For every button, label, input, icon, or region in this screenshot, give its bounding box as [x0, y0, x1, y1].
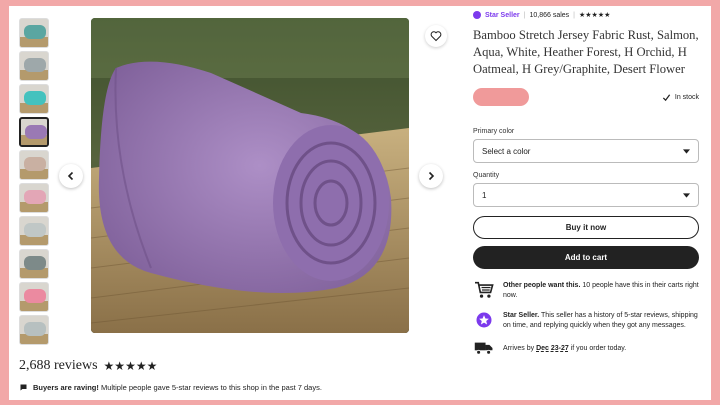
- fabric-roll-illustration: [91, 18, 409, 333]
- thumbnail-fabric: [24, 256, 46, 270]
- thumbnail-2[interactable]: [19, 51, 49, 81]
- product-title: Bamboo Stretch Jersey Fabric Rust, Salmo…: [473, 28, 699, 76]
- buy-it-now-button[interactable]: Buy it now: [473, 216, 699, 239]
- caret-down-icon: [683, 192, 690, 198]
- thumbnail-fabric: [24, 25, 46, 39]
- chevron-right-icon: [428, 171, 435, 181]
- caret-down-icon: [683, 148, 690, 154]
- thumbnail-fabric: [24, 91, 46, 105]
- star-seller-icon: [473, 11, 481, 19]
- thumbnail-8[interactable]: [19, 249, 49, 279]
- thumbnail-5[interactable]: [19, 150, 49, 180]
- primary-color-label: Primary color: [473, 128, 515, 135]
- chevron-left-icon: [67, 171, 74, 181]
- info-carts-bold: Other people want this.: [503, 282, 581, 289]
- main-product-image: [91, 18, 409, 333]
- truck-icon: [474, 342, 493, 355]
- info-star-seller: Star Seller. This seller has a history o…: [473, 311, 699, 331]
- separator: |: [573, 11, 575, 19]
- product-page: 2,688 reviews ★★★★★ Buyers are raving! M…: [9, 6, 711, 400]
- primary-color-select[interactable]: Select a color: [473, 139, 699, 163]
- arrives-prefix: Arrives by: [503, 345, 537, 352]
- raving-bold: Buyers are raving!: [33, 383, 99, 392]
- thumbnail-fabric: [24, 58, 46, 72]
- quantity-value: 1: [482, 190, 487, 200]
- thumbnail-6[interactable]: [19, 183, 49, 213]
- next-image-button[interactable]: [419, 164, 443, 188]
- primary-color-value: Select a color: [482, 146, 531, 156]
- reviews-count: 2,688 reviews: [19, 358, 98, 373]
- buyers-raving-banner: Buyers are raving! Multiple people gave …: [19, 383, 322, 392]
- thumbnail-9[interactable]: [19, 282, 49, 312]
- previous-image-button[interactable]: [59, 164, 83, 188]
- thumbnail-3[interactable]: [19, 84, 49, 114]
- thumbnail-fabric: [24, 190, 46, 204]
- thumbnail-fabric: [24, 223, 46, 237]
- arrives-suffix: if you order today.: [568, 345, 627, 352]
- raving-text: Multiple people gave 5-star reviews to t…: [98, 383, 322, 392]
- thumbnail-7[interactable]: [19, 216, 49, 246]
- reviews-summary[interactable]: 2,688 reviews ★★★★★: [19, 358, 157, 374]
- thumbnail-4[interactable]: [19, 117, 49, 147]
- info-carts: Other people want this. 10 people have t…: [473, 281, 699, 301]
- thumbnail-fabric: [25, 125, 47, 139]
- add-to-cart-button[interactable]: Add to cart: [473, 246, 699, 269]
- sales-count: 10,866 sales: [529, 11, 570, 19]
- shop-rating-stars[interactable]: ★★★★★: [579, 11, 610, 19]
- heart-icon: [430, 31, 442, 42]
- thumbnail-fabric: [24, 322, 46, 336]
- price-row: In stock: [473, 88, 699, 106]
- product-info-panel: Star Seller | 10,866 sales | ★★★★★ Bambo…: [473, 6, 699, 355]
- info-star-bold: Star Seller.: [503, 312, 540, 319]
- separator: |: [523, 11, 526, 19]
- thumbnail-strip: [19, 18, 51, 348]
- stock-label: In stock: [674, 93, 699, 101]
- thumbnail-10[interactable]: [19, 315, 49, 345]
- seller-row: Star Seller | 10,866 sales | ★★★★★: [473, 11, 699, 19]
- checkmark-icon: [662, 93, 671, 101]
- quantity-select[interactable]: 1: [473, 183, 699, 207]
- price-badge: [473, 88, 529, 106]
- chat-icon: [20, 384, 27, 391]
- quantity-label: Quantity: [473, 172, 500, 179]
- arrives-date[interactable]: Dec 23-27: [536, 345, 569, 352]
- thumbnail-1[interactable]: [19, 18, 49, 48]
- stock-status: In stock: [662, 93, 699, 102]
- thumbnail-fabric: [24, 157, 46, 171]
- thumbnail-fabric: [24, 289, 46, 303]
- favorite-button[interactable]: [425, 25, 447, 47]
- star-seller-badge-icon: [476, 312, 492, 328]
- star-seller-badge[interactable]: Star Seller: [485, 12, 520, 19]
- cart-icon: [475, 281, 494, 298]
- info-delivery: Arrives by Dec 23-27 if you order today.: [473, 341, 699, 355]
- rating-stars: ★★★★★: [103, 359, 158, 373]
